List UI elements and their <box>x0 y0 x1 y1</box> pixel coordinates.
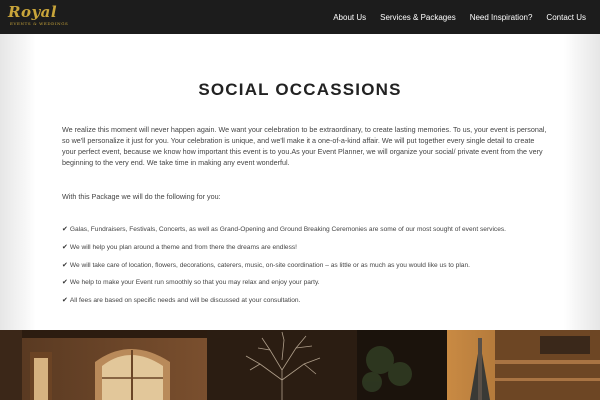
right-page-shadow <box>564 34 600 330</box>
main-menu: About Us Services & Packages Need Inspir… <box>333 0 600 34</box>
checkmark-icon: ✔ <box>62 297 68 305</box>
logo-subtitle: EVENTS & WEDDINGS <box>10 21 69 26</box>
checkmark-icon: ✔ <box>62 261 68 269</box>
package-intro: With this Package we will do the followi… <box>62 192 221 201</box>
list-item: ✔ We will help you plan around a theme an… <box>62 243 552 261</box>
page-title: SOCIAL OCCASSIONS <box>198 80 402 99</box>
venue-photo-illustration <box>0 330 600 400</box>
services-list: ✔ Galas, Fundraisers, Festivals, Concerts… <box>62 225 552 314</box>
list-item-text: Galas, Fundraisers, Festivals, Concerts,… <box>69 226 506 233</box>
intro-paragraph: We realize this moment will never happen… <box>62 125 547 167</box>
nav-link-about-us[interactable]: About Us <box>333 13 366 22</box>
list-item: ✔ We help to make your Event run smoothly… <box>62 278 552 296</box>
venue-photo <box>0 330 600 400</box>
list-item-text: All fees are based on specific needs and… <box>69 297 301 305</box>
top-navigation: Royal EVENTS & WEDDINGS About Us Service… <box>0 0 600 34</box>
checkmark-icon: ✔ <box>62 226 68 233</box>
list-item-text: We help to make your Event run smoothly … <box>69 279 320 287</box>
list-item: ✔ Galas, Fundraisers, Festivals, Concerts… <box>62 225 552 243</box>
list-item: ✔ All fees are based on specific needs an… <box>62 296 552 314</box>
list-item-text: We will take care of location, flowers, … <box>69 261 470 269</box>
left-page-shadow <box>0 34 36 330</box>
checkmark-icon: ✔ <box>62 279 68 287</box>
royal-logo[interactable]: Royal EVENTS & WEDDINGS <box>8 3 69 29</box>
nav-link-contact-us[interactable]: Contact Us <box>546 13 586 22</box>
logo-wordmark: Royal <box>8 3 58 21</box>
checkmark-icon: ✔ <box>62 243 68 251</box>
nav-link-services-packages[interactable]: Services & Packages <box>380 13 456 22</box>
list-item: ✔ We will take care of location, flowers,… <box>62 261 552 279</box>
nav-link-need-inspiration[interactable]: Need Inspiration? <box>470 13 533 22</box>
list-item-text: We will help you plan around a theme and… <box>69 243 297 251</box>
